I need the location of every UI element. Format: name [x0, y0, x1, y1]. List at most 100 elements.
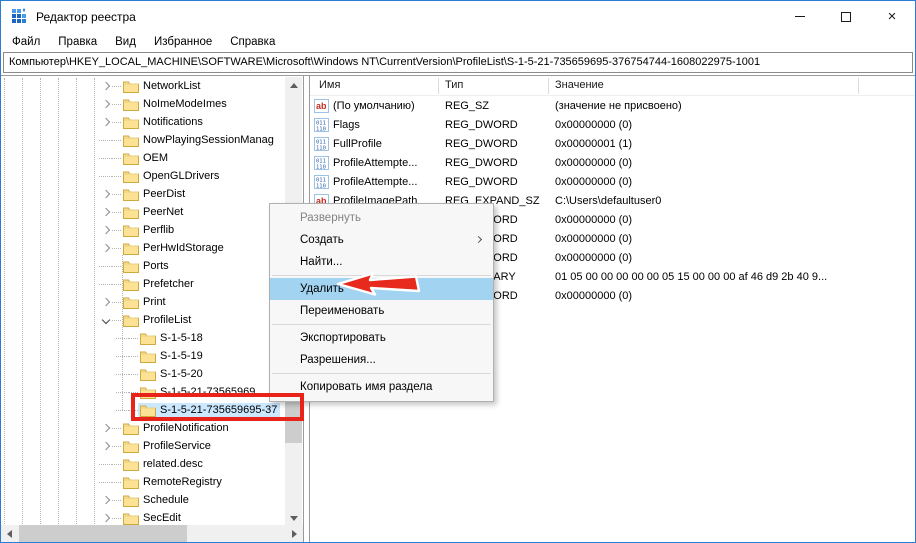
column-header-value[interactable]: Значение: [555, 79, 604, 91]
menu-bar: Файл Правка Вид Избранное Справка: [1, 32, 915, 52]
context-menu-item[interactable]: Найти...: [270, 251, 493, 273]
tree-item[interactable]: OEM: [1, 149, 284, 167]
tree-item[interactable]: RemoteRegistry: [1, 473, 284, 491]
menu-bar-item[interactable]: Вид: [106, 34, 145, 50]
folder-icon: [123, 134, 139, 147]
scrollbar-thumb[interactable]: [19, 525, 187, 542]
expand-chevron-icon[interactable]: [99, 95, 112, 113]
close-button[interactable]: ×: [869, 1, 915, 32]
menu-bar-item[interactable]: Справка: [221, 34, 284, 50]
column-header-name[interactable]: Имя: [319, 79, 340, 91]
tree-item-label: S-1-5-20: [160, 368, 203, 380]
registry-value-row[interactable]: ab 011 110 (По умолчанию) REG_SZ (значен…: [310, 97, 915, 116]
expand-chevron-icon[interactable]: [99, 113, 112, 131]
registry-value-row[interactable]: ab 011 110 Flags REG_DWORD 0x00000000 (0…: [310, 116, 915, 135]
folder-icon: [123, 278, 139, 291]
menu-bar-item[interactable]: Правка: [49, 34, 106, 50]
expand-chevron-icon[interactable]: [99, 176, 112, 177]
registry-value-row[interactable]: ab 011 110 ProfileAttempte... REG_DWORD …: [310, 154, 915, 173]
context-menu-item[interactable]: Развернуть: [270, 207, 493, 229]
tree-item[interactable]: S-1-5-20: [1, 365, 284, 383]
tree-item[interactable]: PerHwIdStorage: [1, 239, 284, 257]
expand-chevron-icon[interactable]: [99, 464, 112, 465]
folder-icon: [123, 476, 139, 489]
tree-connector: [112, 158, 121, 159]
scroll-left-icon[interactable]: [1, 525, 18, 542]
tree-item[interactable]: Prefetcher: [1, 275, 284, 293]
registry-value-row[interactable]: ab 011 110 ProfileAttempte... REG_DWORD …: [310, 173, 915, 192]
tree-item-label: RemoteRegistry: [143, 476, 222, 488]
tree-item-label: S-1-5-19: [160, 350, 203, 362]
value-name: ProfileAttempte...: [333, 173, 417, 192]
context-menu-item[interactable]: Создать: [270, 229, 493, 251]
minimize-button[interactable]: [777, 1, 823, 32]
expand-chevron-icon[interactable]: [99, 158, 112, 159]
tree-item[interactable]: Print: [1, 293, 284, 311]
tree-item[interactable]: ProfileNotification: [1, 419, 284, 437]
expand-chevron-icon[interactable]: [99, 293, 112, 311]
context-menu-item[interactable]: Экспортировать: [270, 327, 493, 349]
value-type: REG_DWORD: [445, 173, 518, 192]
tree-item[interactable]: OpenGLDrivers: [1, 167, 284, 185]
expand-chevron-icon[interactable]: [99, 311, 112, 329]
annotation-highlight-box: [131, 393, 304, 421]
tree-item[interactable]: Perflib: [1, 221, 284, 239]
expand-chevron-icon[interactable]: [116, 356, 129, 357]
folder-icon: [123, 188, 139, 201]
column-separator[interactable]: [438, 78, 439, 94]
folder-icon: [123, 314, 139, 327]
expand-chevron-icon[interactable]: [99, 491, 112, 509]
tree-item[interactable]: Notifications: [1, 113, 284, 131]
expand-chevron-icon[interactable]: [99, 266, 112, 267]
tree-item[interactable]: NetworkList: [1, 77, 284, 95]
expand-chevron-icon[interactable]: [99, 185, 112, 203]
tree-item[interactable]: S-1-5-18: [1, 329, 284, 347]
tree-item[interactable]: related.desc: [1, 455, 284, 473]
expand-chevron-icon[interactable]: [99, 239, 112, 257]
context-menu-item[interactable]: Разрешения...: [270, 349, 493, 371]
tree-item[interactable]: Schedule: [1, 491, 284, 509]
address-input[interactable]: Компьютер\HKEY_LOCAL_MACHINE\SOFTWARE\Mi…: [3, 52, 913, 73]
tree-item-label: ProfileNotification: [143, 422, 229, 434]
menu-bar-item[interactable]: Файл: [3, 34, 49, 50]
scroll-up-icon[interactable]: [285, 77, 302, 94]
expand-chevron-icon[interactable]: [99, 437, 112, 455]
tree-item[interactable]: Ports: [1, 257, 284, 275]
column-header-type[interactable]: Тип: [445, 79, 463, 91]
expand-chevron-icon[interactable]: [99, 284, 112, 285]
tree-horizontal-scrollbar[interactable]: [1, 525, 303, 542]
expand-chevron-icon[interactable]: [116, 338, 129, 339]
expand-chevron-icon[interactable]: [99, 140, 112, 141]
expand-chevron-icon[interactable]: [116, 410, 129, 411]
tree-item-label: SecEdit: [143, 512, 181, 524]
expand-chevron-icon[interactable]: [99, 221, 112, 239]
tree-connector: [112, 500, 121, 501]
tree-item[interactable]: PeerDist: [1, 185, 284, 203]
tree-item[interactable]: ProfileList: [1, 311, 284, 329]
tree-item[interactable]: PeerNet: [1, 203, 284, 221]
expand-chevron-icon[interactable]: [99, 203, 112, 221]
tree-item[interactable]: ProfileService: [1, 437, 284, 455]
menu-bar-item[interactable]: Избранное: [145, 34, 221, 50]
column-separator[interactable]: [548, 78, 549, 94]
value-data: 0x00000000 (0): [555, 211, 632, 230]
tree-item[interactable]: NowPlayingSessionManag: [1, 131, 284, 149]
tree-item-label: PerHwIdStorage: [143, 242, 224, 254]
scroll-right-icon[interactable]: [286, 525, 303, 542]
expand-chevron-icon[interactable]: [99, 482, 112, 483]
maximize-button[interactable]: [823, 1, 869, 32]
tree-connector: [112, 230, 121, 231]
expand-chevron-icon[interactable]: [116, 374, 129, 375]
tree-connector: [112, 140, 121, 141]
tree-item[interactable]: NoImeModeImes: [1, 95, 284, 113]
registry-value-row[interactable]: ab 011 110 FullProfile REG_DWORD 0x00000…: [310, 135, 915, 154]
column-separator[interactable]: [858, 78, 859, 94]
expand-chevron-icon[interactable]: [99, 419, 112, 437]
expand-chevron-icon[interactable]: [99, 77, 112, 95]
context-menu-item[interactable]: Переименовать: [270, 300, 493, 322]
maximize-icon: [841, 12, 851, 22]
svg-text:110: 110: [316, 165, 326, 171]
tree-item[interactable]: S-1-5-19: [1, 347, 284, 365]
tree-item-label: OEM: [143, 152, 168, 164]
expand-chevron-icon[interactable]: [116, 392, 129, 393]
